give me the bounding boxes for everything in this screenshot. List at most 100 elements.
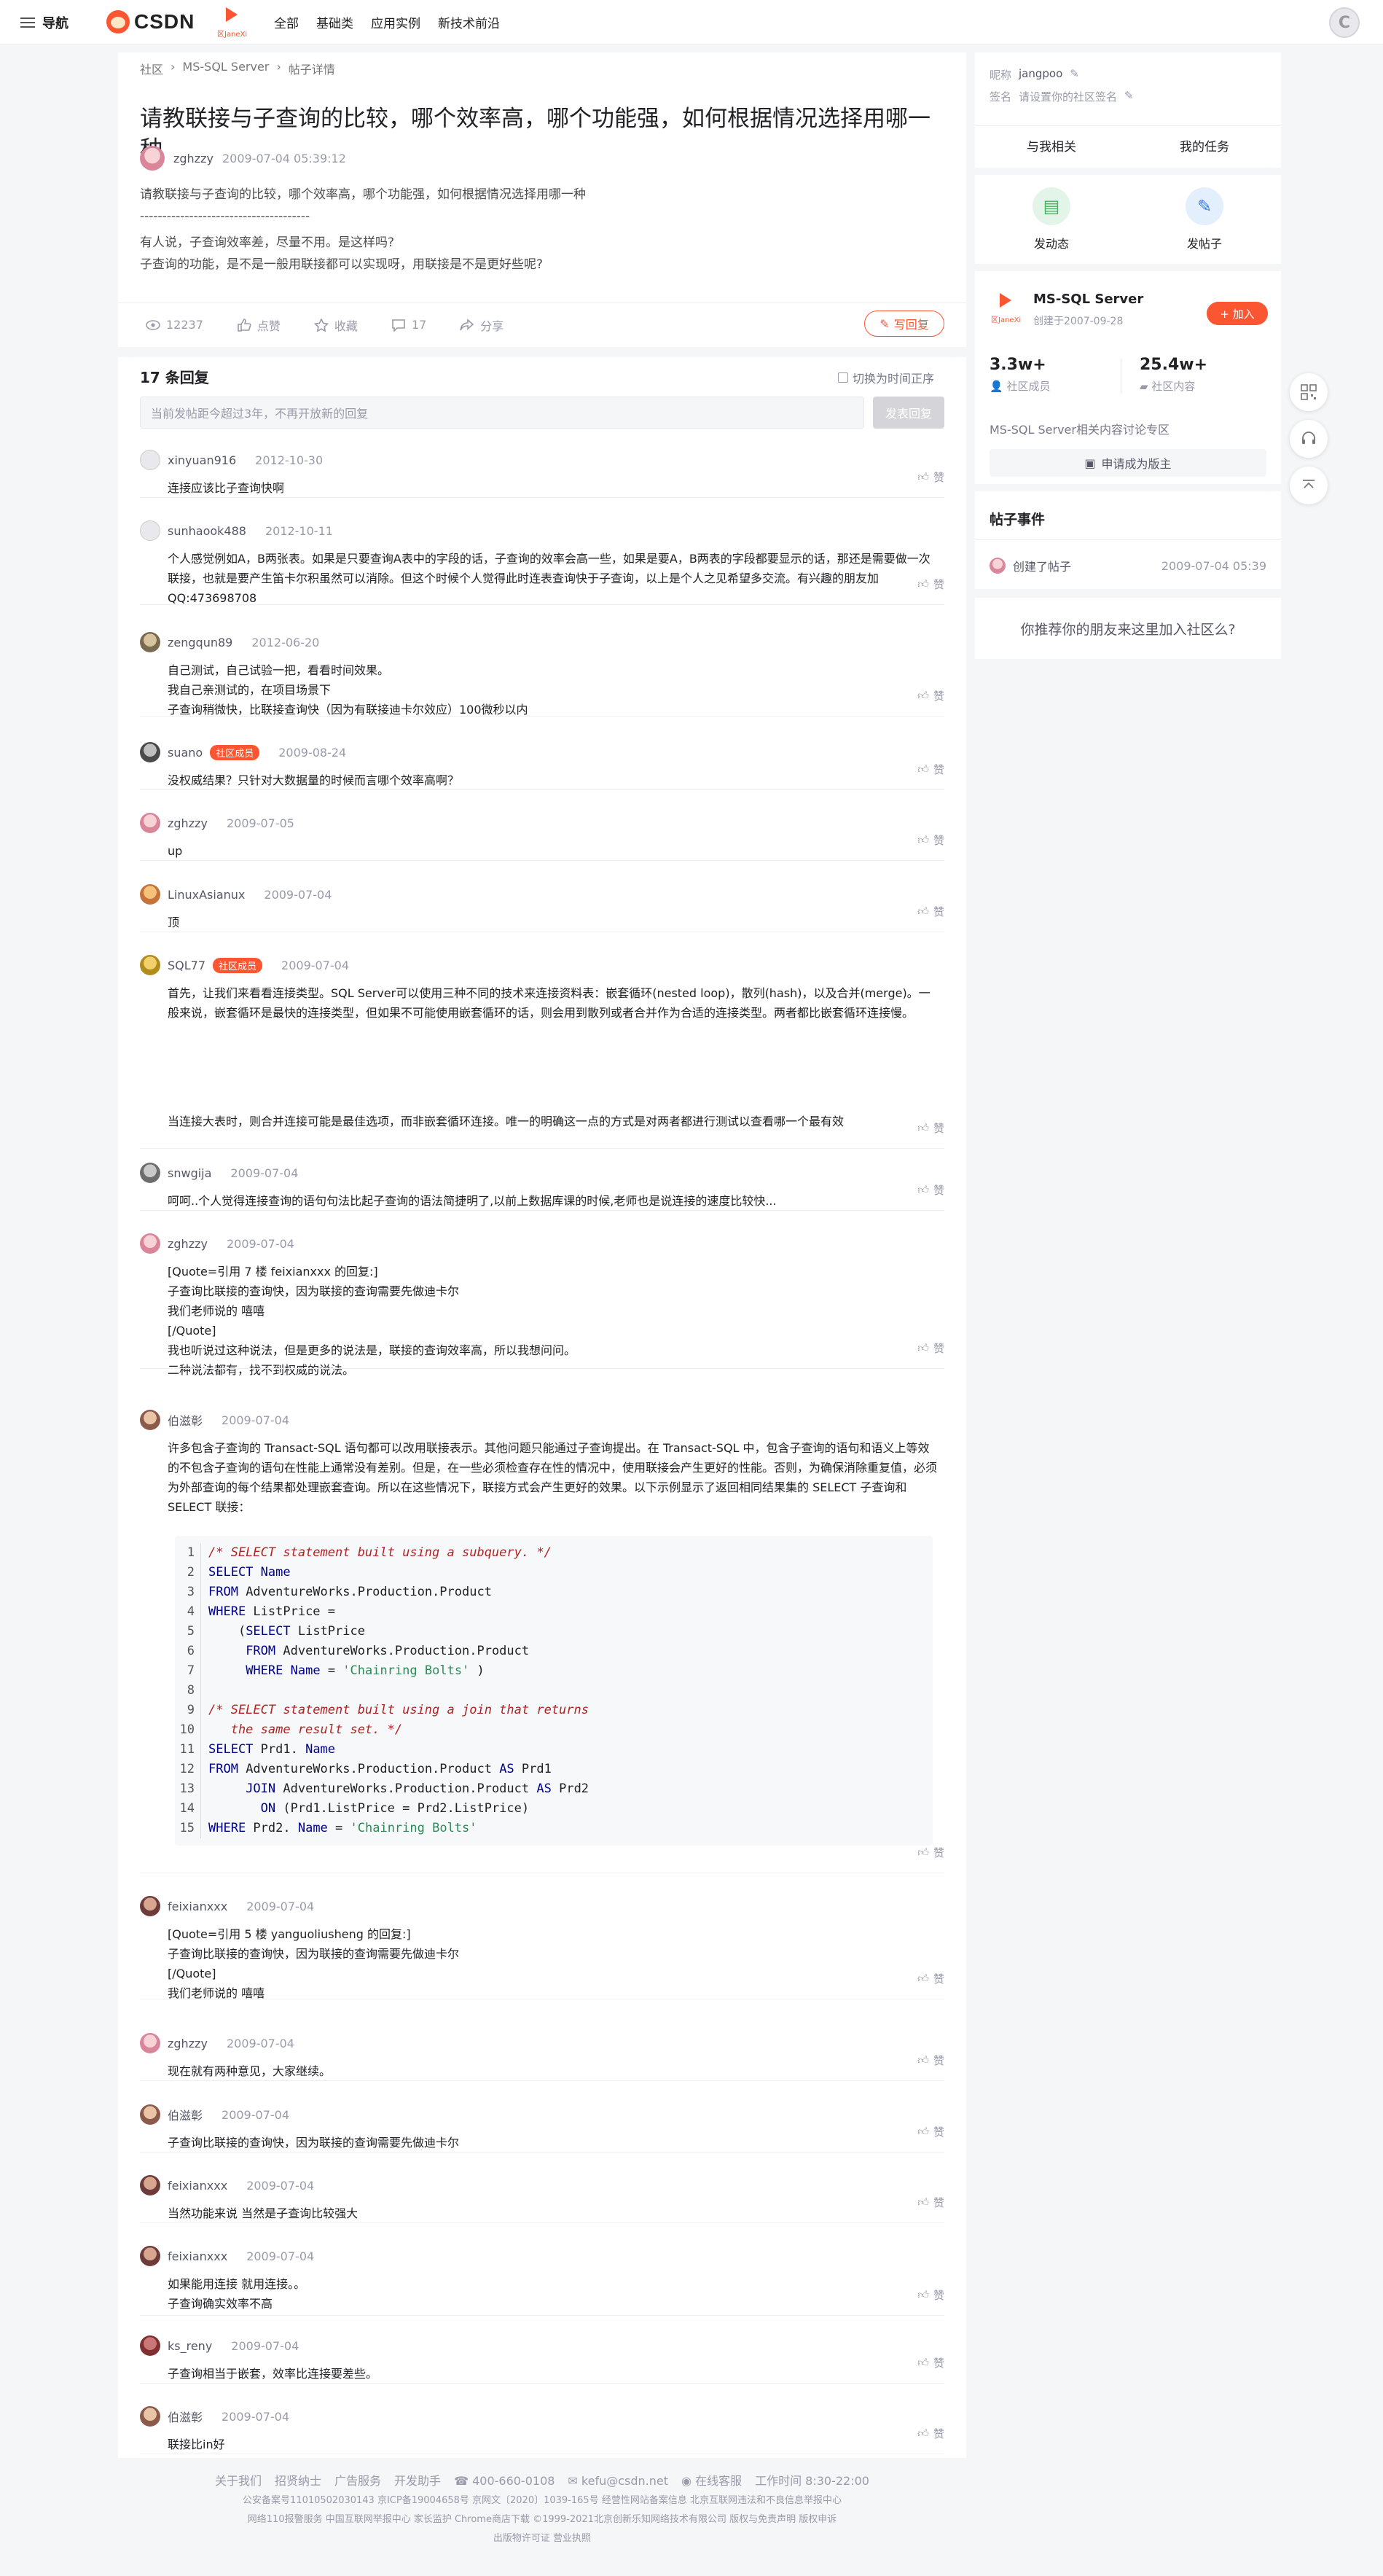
- avatar[interactable]: [140, 632, 160, 652]
- csdn-logo[interactable]: CSDN: [106, 10, 195, 34]
- top-link-basic[interactable]: 基础类: [316, 13, 353, 31]
- reply-author[interactable]: zghzzy: [168, 1237, 208, 1251]
- reply-input[interactable]: 当前发帖距今超过3年，不再开放新的回复: [140, 397, 864, 429]
- share-button[interactable]: 分享: [460, 316, 504, 334]
- user-avatar[interactable]: C: [1329, 7, 1360, 38]
- avatar[interactable]: [140, 955, 160, 975]
- reply-header: feixianxxx 2009-07-04: [140, 1895, 944, 1917]
- reply-like-button[interactable]: 👍︎ 赞: [917, 1120, 944, 1136]
- avatar[interactable]: [990, 558, 1006, 574]
- avatar[interactable]: [140, 2104, 160, 2125]
- code-line-number: 9: [187, 1703, 195, 1717]
- avatar[interactable]: [140, 2246, 160, 2266]
- reply-author[interactable]: zghzzy: [168, 816, 208, 830]
- avatar[interactable]: [140, 520, 160, 541]
- post-author-name[interactable]: zghzzy: [173, 152, 213, 165]
- reply-author[interactable]: suano: [168, 746, 203, 760]
- top-link-new-tech[interactable]: 新技术前沿: [438, 13, 500, 31]
- reply-author[interactable]: feixianxxx: [168, 2249, 227, 2263]
- qrcode-button[interactable]: [1290, 373, 1328, 411]
- reply-like-button[interactable]: 👍︎ 赞: [917, 1182, 944, 1198]
- apply-moderator-button[interactable]: ▣ 申请成为版主: [990, 449, 1266, 477]
- reply-like-button[interactable]: 👍︎ 赞: [917, 2053, 944, 2068]
- reply-like-button[interactable]: 👍︎ 赞: [917, 2124, 944, 2139]
- community-name[interactable]: MS-SQL Server: [1033, 292, 1143, 307]
- share-label: 分享: [480, 319, 504, 333]
- join-button[interactable]: + 加入: [1207, 302, 1268, 325]
- avatar[interactable]: [140, 450, 160, 470]
- send-reply-button[interactable]: 发表回复: [873, 397, 944, 429]
- reply-like-button[interactable]: 👍︎ 赞: [917, 688, 944, 703]
- post-dynamic-button[interactable]: ▤ 发动态: [975, 175, 1128, 264]
- reply-like-button[interactable]: 👍︎ 赞: [917, 1845, 944, 1860]
- reply-author[interactable]: 伯滋彰: [168, 2408, 203, 2425]
- reply-like-button[interactable]: 👍︎ 赞: [917, 1340, 944, 1356]
- reply-author[interactable]: feixianxxx: [168, 2179, 227, 2193]
- new-post-button[interactable]: ✎ 发帖子: [1128, 175, 1281, 264]
- reply-author[interactable]: zghzzy: [168, 2037, 208, 2050]
- avatar[interactable]: [140, 742, 160, 762]
- footer-link[interactable]: 招贤纳士: [275, 2471, 321, 2491]
- avatar[interactable]: [140, 2175, 160, 2196]
- reply-author[interactable]: 伯滋彰: [168, 1411, 203, 1429]
- back-to-top-button[interactable]: [1290, 467, 1328, 504]
- avatar[interactable]: [140, 813, 160, 833]
- footer-link[interactable]: 广告服务: [334, 2471, 381, 2491]
- like-button[interactable]: 点赞: [237, 316, 281, 334]
- edit-icon[interactable]: ✎: [1124, 89, 1134, 104]
- avatar[interactable]: [140, 146, 165, 171]
- tab-related[interactable]: 与我相关: [975, 126, 1128, 168]
- reply-like-button[interactable]: 👍︎ 赞: [917, 904, 944, 919]
- footer-link[interactable]: 开发助手: [394, 2471, 441, 2491]
- reply-like-button[interactable]: 👍︎ 赞: [917, 2195, 944, 2210]
- avatar[interactable]: [140, 2033, 160, 2053]
- reply-author[interactable]: zengqun89: [168, 636, 232, 649]
- footer-email[interactable]: ✉ kefu@csdn.net: [568, 2471, 668, 2491]
- reply-author[interactable]: sunhaook488: [168, 524, 246, 538]
- reply-like-button[interactable]: 👍︎ 赞: [917, 832, 944, 848]
- community-logo[interactable]: 区JaneXi: [990, 292, 1022, 325]
- reply-like-button[interactable]: 👍︎ 赞: [917, 469, 944, 485]
- footer-service[interactable]: ◉ 在线客服: [681, 2471, 742, 2491]
- top-link-examples[interactable]: 应用实例: [371, 13, 420, 31]
- breadcrumb-community[interactable]: 社区: [140, 60, 163, 77]
- top-link-all[interactable]: 全部: [274, 13, 299, 31]
- favorite-button[interactable]: 收藏: [313, 316, 358, 334]
- event-time: 2009-07-04 05:39: [1161, 558, 1266, 573]
- avatar[interactable]: [140, 2406, 160, 2427]
- reply-author[interactable]: 伯滋彰: [168, 2106, 203, 2123]
- reply-like-button[interactable]: 👍︎ 赞: [917, 577, 944, 592]
- reply-header: ks_reny 2009-07-04: [140, 2335, 944, 2357]
- comment-button[interactable]: 17: [391, 318, 426, 332]
- recommend-card[interactable]: 你推荐你的朋友来这里加入社区么?: [975, 598, 1281, 659]
- avatar[interactable]: [140, 1233, 160, 1254]
- customer-service-button[interactable]: [1290, 420, 1328, 458]
- order-toggle[interactable]: 切换为时间正序: [838, 369, 934, 386]
- reply-author[interactable]: LinuxAsianux: [168, 888, 245, 902]
- content-count: 25.4w+: [1140, 356, 1208, 374]
- avatar[interactable]: [140, 1163, 160, 1183]
- reply-author[interactable]: snwgija: [168, 1166, 211, 1180]
- avatar[interactable]: [140, 1410, 160, 1430]
- breadcrumb-board[interactable]: MS-SQL Server: [182, 60, 269, 77]
- avatar[interactable]: [140, 884, 160, 905]
- reply-like-button[interactable]: 👍︎ 赞: [917, 2355, 944, 2370]
- reply-author[interactable]: xinyuan916: [168, 453, 236, 467]
- avatar[interactable]: [140, 1896, 160, 1916]
- reply-author[interactable]: SQL77: [168, 959, 205, 972]
- reply-like-button[interactable]: 👍︎ 赞: [917, 2287, 944, 2303]
- avatar[interactable]: [140, 2335, 160, 2356]
- nav-menu-button[interactable]: 导航: [20, 12, 68, 34]
- reply-like-button[interactable]: 👍︎ 赞: [917, 2426, 944, 2441]
- reply-author[interactable]: feixianxxx: [168, 1900, 227, 1913]
- community-logo[interactable]: 区JaneXi: [216, 6, 248, 39]
- footer-link[interactable]: 关于我们: [215, 2471, 262, 2491]
- edit-icon[interactable]: ✎: [1070, 67, 1079, 82]
- order-toggle-label: 切换为时间正序: [853, 372, 935, 386]
- reply-like-button[interactable]: 👍︎ 赞: [917, 1971, 944, 1986]
- reply-like-button[interactable]: 👍︎ 赞: [917, 762, 944, 777]
- tab-tasks[interactable]: 我的任务: [1128, 126, 1281, 168]
- write-reply-button[interactable]: ✎ 写回复: [864, 311, 944, 337]
- reply-content: 呵呵..个人觉得连接查询的语句句法比起子查询的语法简捷明了,以前上数据库课的时候…: [168, 1191, 940, 1211]
- reply-author[interactable]: ks_reny: [168, 2339, 212, 2353]
